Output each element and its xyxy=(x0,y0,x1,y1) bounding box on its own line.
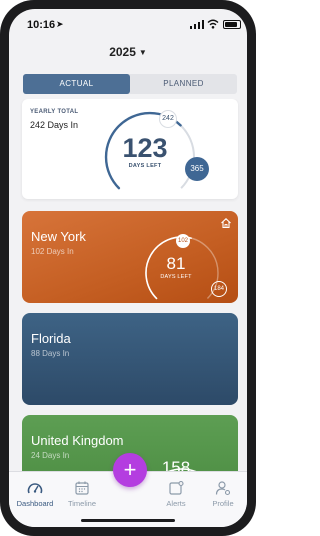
location-days-left: 158 xyxy=(161,458,191,471)
tab-dashboard[interactable]: Dashboard xyxy=(13,480,57,508)
cellular-signal-icon xyxy=(190,20,204,29)
tab-alerts[interactable]: Alerts xyxy=(154,480,198,508)
home-indicator xyxy=(81,519,175,522)
year-selector[interactable]: 2025 ▼ xyxy=(9,45,247,59)
year-label: 2025 xyxy=(109,45,136,59)
add-button[interactable]: + xyxy=(113,453,147,487)
tab-timeline[interactable]: Timeline xyxy=(60,480,104,508)
segment-actual[interactable]: ACTUAL xyxy=(23,74,130,94)
location-name: New York xyxy=(31,229,86,244)
tab-label: Alerts xyxy=(166,499,186,508)
cards-list[interactable]: YEARLY TOTAL 242 Days In 123 DAYS LEFT 2… xyxy=(9,99,247,471)
dashboard-gauge-icon xyxy=(27,483,43,494)
location-name: United Kingdom xyxy=(31,433,124,448)
plus-icon: + xyxy=(123,457,137,482)
location-card-new-york[interactable]: New York 102 Days In 81 DAYS LEFT 102 18… xyxy=(22,211,238,303)
calendar-icon xyxy=(75,481,89,495)
location-days-in: 88 Days In xyxy=(31,349,70,358)
tab-profile[interactable]: Profile xyxy=(201,480,245,508)
yearly-total-label: YEARLY TOTAL xyxy=(30,109,79,115)
caret-down-icon: ▼ xyxy=(138,48,147,57)
status-bar: 10:16 ➤ xyxy=(9,9,247,35)
tab-label: Profile xyxy=(212,499,234,508)
tab-label: Timeline xyxy=(67,499,97,508)
location-current-marker: 102 xyxy=(176,234,190,248)
yearly-total-marker: 365 xyxy=(185,157,209,181)
app-screen: 10:16 ➤ 2025 ▼ ACTUAL PLANNED YEARLY TOT… xyxy=(9,9,247,527)
status-time: 10:16 xyxy=(27,19,56,31)
location-total-marker: 184 xyxy=(211,281,227,297)
yearly-days-left-label: DAYS LEFT xyxy=(128,163,162,169)
yearly-current-marker: 242 xyxy=(159,110,177,128)
actual-planned-toggle[interactable]: ACTUAL PLANNED xyxy=(23,74,237,94)
location-name: Florida xyxy=(31,331,71,346)
wifi-icon xyxy=(207,19,219,29)
location-days-in: 24 Days In xyxy=(31,451,70,460)
location-days-left: 81 xyxy=(166,254,186,273)
home-icon xyxy=(221,218,231,229)
battery-icon xyxy=(223,20,241,29)
yearly-days-in: 242 Days In xyxy=(30,120,79,130)
alerts-bell-icon xyxy=(169,480,184,495)
location-days-left-label: DAYS LEFT xyxy=(160,274,192,280)
location-card-florida[interactable]: Florida 88 Days In xyxy=(22,313,238,405)
location-arrow-icon: ➤ xyxy=(56,19,64,29)
phone-frame: 10:16 ➤ 2025 ▼ ACTUAL PLANNED YEARLY TOT… xyxy=(0,0,256,536)
yearly-total-card[interactable]: YEARLY TOTAL 242 Days In 123 DAYS LEFT 2… xyxy=(22,99,238,199)
profile-gear-icon xyxy=(215,481,231,496)
yearly-days-left: 123 xyxy=(122,133,168,163)
location-days-in: 102 Days In xyxy=(31,247,74,256)
segment-planned[interactable]: PLANNED xyxy=(130,74,237,94)
tab-label: Dashboard xyxy=(16,499,54,508)
